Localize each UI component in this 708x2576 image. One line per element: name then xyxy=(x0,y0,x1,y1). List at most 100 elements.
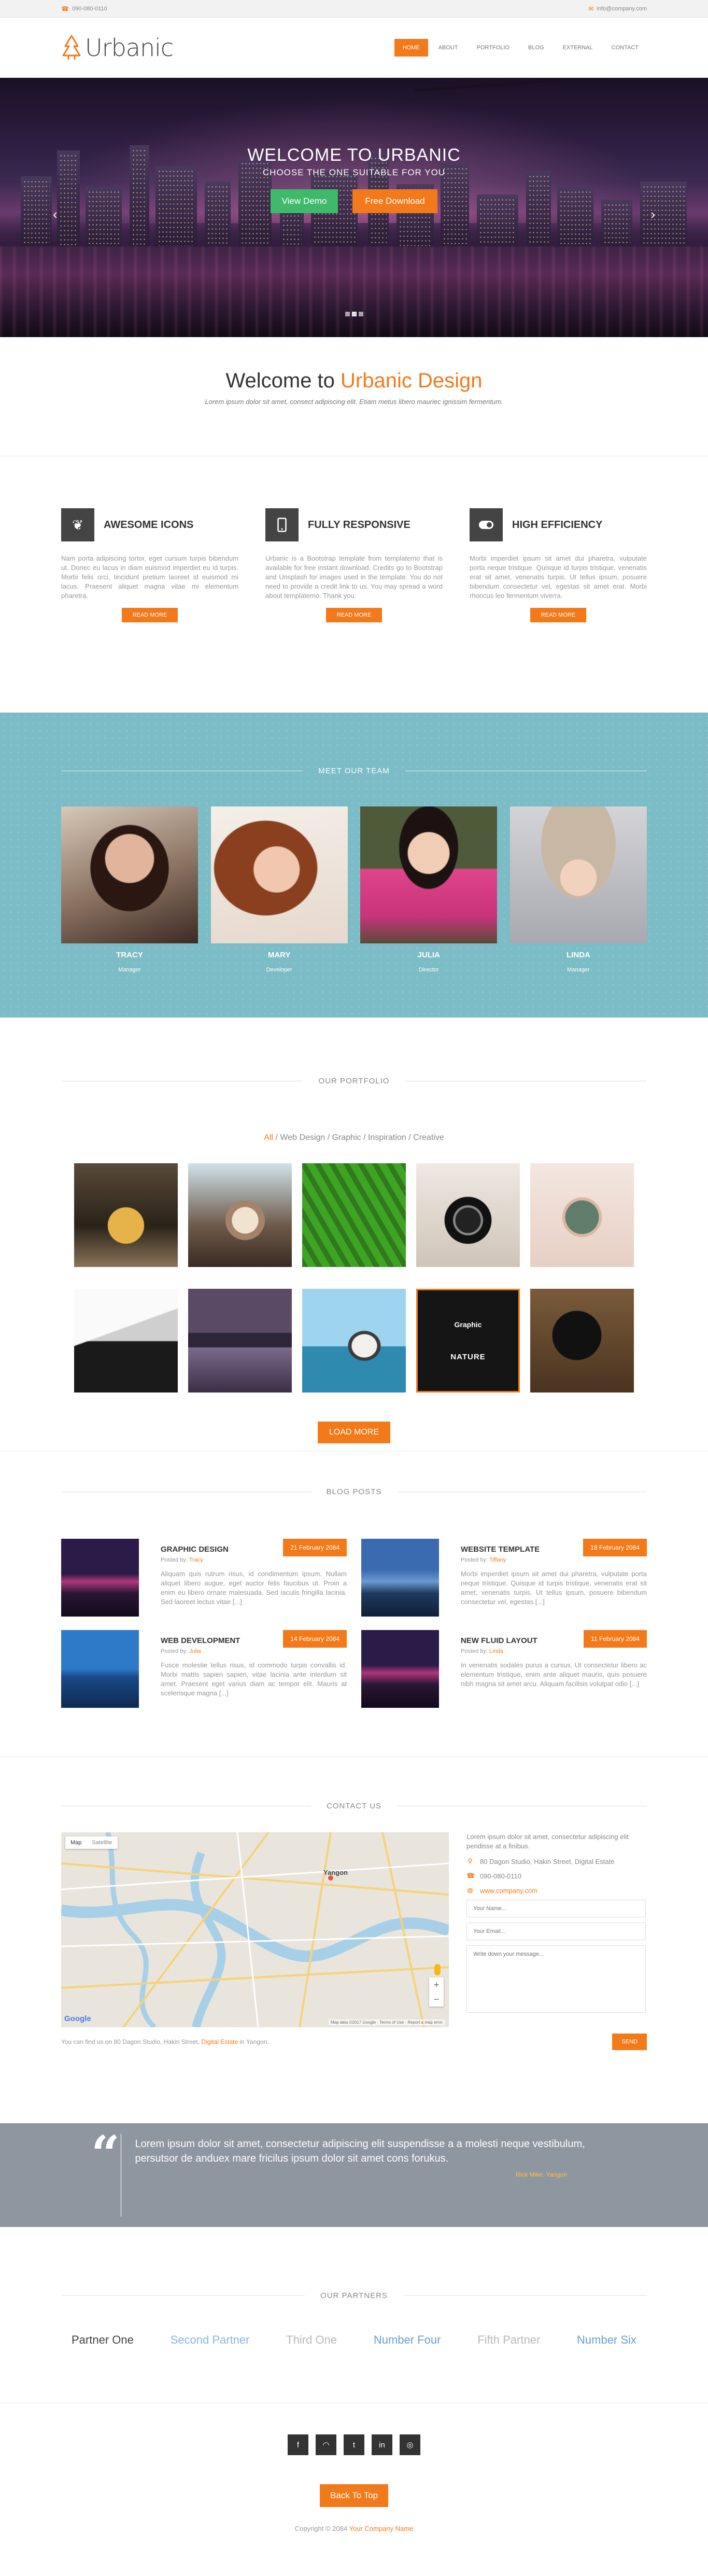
partner-logo[interactable]: Fifth Partner xyxy=(477,2333,540,2347)
filter-web-design[interactable]: Web Design xyxy=(280,1133,325,1142)
twitter-icon[interactable]: t xyxy=(344,2434,364,2455)
slider-dot-active[interactable] xyxy=(351,312,357,316)
section-heading: MEET OUR TEAM xyxy=(318,767,390,775)
blog-post: 14 February 2084 WEB DEVELOPMENT Posted … xyxy=(61,1630,347,1708)
phone-icon: ☎ xyxy=(61,5,69,12)
name-input[interactable] xyxy=(466,1900,646,1917)
portfolio-item[interactable] xyxy=(530,1289,634,1393)
contact-website[interactable]: www.company.com xyxy=(480,1887,537,1895)
zoom-in-icon[interactable]: + xyxy=(429,1978,444,1992)
quote-icon: “ xyxy=(91,2125,120,2183)
feature-text: Nam porta adipiscing tortor, eget cursum… xyxy=(61,554,238,600)
zoom-out-icon[interactable]: − xyxy=(429,1992,444,2007)
nav-home[interactable]: HOME xyxy=(394,39,428,57)
load-more-button[interactable]: LOAD MORE xyxy=(318,1422,390,1443)
feature-card: ❦ AWESOME ICONS Nam porta adipiscing tor… xyxy=(61,508,238,622)
street-view-icon[interactable] xyxy=(434,1964,441,1975)
map-pin-icon: ⚲ xyxy=(468,1857,473,1865)
map-tab-map[interactable]: Map xyxy=(65,1836,87,1849)
feature-card: FULLY RESPONSIVE Urbanic is a Bootstrap … xyxy=(265,508,443,622)
portfolio-item[interactable] xyxy=(74,1289,178,1393)
filter-graphic[interactable]: Graphic xyxy=(332,1133,361,1142)
slider-dot[interactable] xyxy=(345,312,350,316)
portfolio-item[interactable] xyxy=(302,1163,406,1267)
post-image[interactable] xyxy=(61,1539,139,1617)
nav-portfolio[interactable]: PORTFOLIO xyxy=(469,39,518,57)
portfolio-item[interactable] xyxy=(188,1289,292,1393)
post-image[interactable] xyxy=(61,1630,139,1708)
free-download-button[interactable]: Free Download xyxy=(352,189,437,213)
section-heading: BLOG POSTS xyxy=(326,1487,382,1496)
team-member: TRACY Manager xyxy=(61,806,198,973)
google-map[interactable]: Map Satellite Yangon + − Google Map data ©… xyxy=(61,1832,449,2027)
section-heading: CONTACT US xyxy=(326,1802,382,1811)
view-demo-button[interactable]: View Demo xyxy=(271,189,338,213)
partner-logo[interactable]: Number Six xyxy=(577,2333,636,2347)
partner-logo[interactable]: Partner One xyxy=(72,2333,134,2347)
feature-text: Urbanic is a Bootstrap template from tem… xyxy=(265,554,443,600)
portfolio-item[interactable] xyxy=(530,1163,634,1267)
nav-blog[interactable]: BLOG xyxy=(520,39,553,57)
testimonial-section: “ Lorem ipsum dolor sit amet, consectetu… xyxy=(0,2123,708,2227)
leaf-icon: ❦ xyxy=(61,508,94,541)
contact-address: 80 Dagon Studio, Hakin Street, Digital E… xyxy=(480,1857,615,1865)
portfolio-item[interactable] xyxy=(74,1163,178,1267)
site-header: Urbanic HOME ABOUT PORTFOLIO BLOG EXTERN… xyxy=(0,18,708,78)
contact-intro: Lorem ipsum dolor sit amet, consectetur … xyxy=(466,1833,629,1850)
map-canvas xyxy=(61,1832,449,2027)
send-button[interactable]: SEND xyxy=(612,2034,647,2050)
map-tab-satellite[interactable]: Satellite xyxy=(87,1836,117,1849)
chevron-right-icon[interactable]: › xyxy=(650,206,655,222)
filter-inspiration[interactable]: Inspiration xyxy=(368,1133,406,1142)
member-photo xyxy=(509,806,647,943)
topbar-email[interactable]: ✉ info@company.com xyxy=(588,5,647,12)
rss-icon[interactable]: ◠ xyxy=(316,2434,336,2455)
team-member: JULIA Director xyxy=(360,806,498,973)
chevron-left-icon[interactable]: ‹ xyxy=(53,206,58,222)
portfolio-item[interactable] xyxy=(416,1163,520,1267)
top-bar: ☎ 090-080-0110 ✉ info@company.com xyxy=(0,0,708,18)
testimonial-text: Lorem ipsum dolor sit amet, consectetur … xyxy=(135,2138,585,2164)
email-input[interactable] xyxy=(466,1923,646,1940)
linkedin-icon[interactable]: in xyxy=(372,2434,392,2455)
mobile-icon xyxy=(265,508,299,541)
member-photo xyxy=(360,806,498,943)
portfolio-item[interactable] xyxy=(188,1163,292,1267)
partner-logo[interactable]: Second Partner xyxy=(171,2333,250,2347)
contact-side: Lorem ipsum dolor sit amet, consectetur … xyxy=(466,1832,646,2027)
nav-contact[interactable]: CONTACT xyxy=(603,39,647,57)
post-date: 11 February 2084 xyxy=(584,1630,647,1648)
nav-external[interactable]: EXTERNAL xyxy=(555,39,601,57)
read-more-button[interactable]: READ MORE xyxy=(530,608,586,622)
site-logo[interactable]: Urbanic xyxy=(61,34,174,62)
blog-post: 11 February 2084 NEW FLUID LAYOUT Posted… xyxy=(361,1630,647,1708)
dribbble-icon[interactable]: ◎ xyxy=(400,2434,420,2455)
back-to-top-button[interactable]: Back To Top xyxy=(320,2484,388,2507)
globe-icon: ◍ xyxy=(467,1886,473,1894)
feature-card: HIGH EFFICIENCY Morbi imperdiet ipsum si… xyxy=(470,508,647,622)
nav-about[interactable]: ABOUT xyxy=(430,39,466,57)
hero-slider: WELCOME TO URBANIC CHOOSE THE ONE SUITAB… xyxy=(0,78,708,337)
feature-text: Morbi imperdiet ipsum sit amet dui phare… xyxy=(470,554,647,600)
filter-creative[interactable]: Creative xyxy=(413,1133,444,1142)
team-member: MARY Developer xyxy=(210,806,348,973)
facebook-icon[interactable]: f xyxy=(288,2434,308,2455)
map-terms[interactable]: Map data ©2017 Google · Terms of Use · R… xyxy=(328,2020,445,2025)
partner-logo[interactable]: Third One xyxy=(286,2333,337,2347)
blog-section: BLOG POSTS 21 February 2084 GRAPHIC DESI… xyxy=(0,1451,708,1757)
read-more-button[interactable]: READ MORE xyxy=(122,608,178,622)
map-type-tabs: Map Satellite xyxy=(65,1836,118,1849)
portfolio-item[interactable] xyxy=(302,1289,406,1393)
topbar-phone[interactable]: ☎ 090-080-0110 xyxy=(61,5,107,12)
post-image[interactable] xyxy=(361,1630,439,1708)
post-image[interactable] xyxy=(361,1539,439,1617)
site-footer: f ◠ t in ◎ Back To Top Copyright © 2084 … xyxy=(0,2403,708,2549)
toggle-icon xyxy=(470,508,503,541)
slider-dot[interactable] xyxy=(358,312,363,316)
portfolio-item-hover[interactable]: Graphic NATURE xyxy=(416,1289,520,1393)
read-more-button[interactable]: READ MORE xyxy=(326,608,382,622)
message-textarea[interactable] xyxy=(466,1945,646,2013)
contact-section: CONTACT US Map Satellite Yangon + − Google… xyxy=(0,1757,708,2123)
partner-logo[interactable]: Number Four xyxy=(374,2333,441,2347)
filter-all[interactable]: All xyxy=(264,1133,273,1142)
